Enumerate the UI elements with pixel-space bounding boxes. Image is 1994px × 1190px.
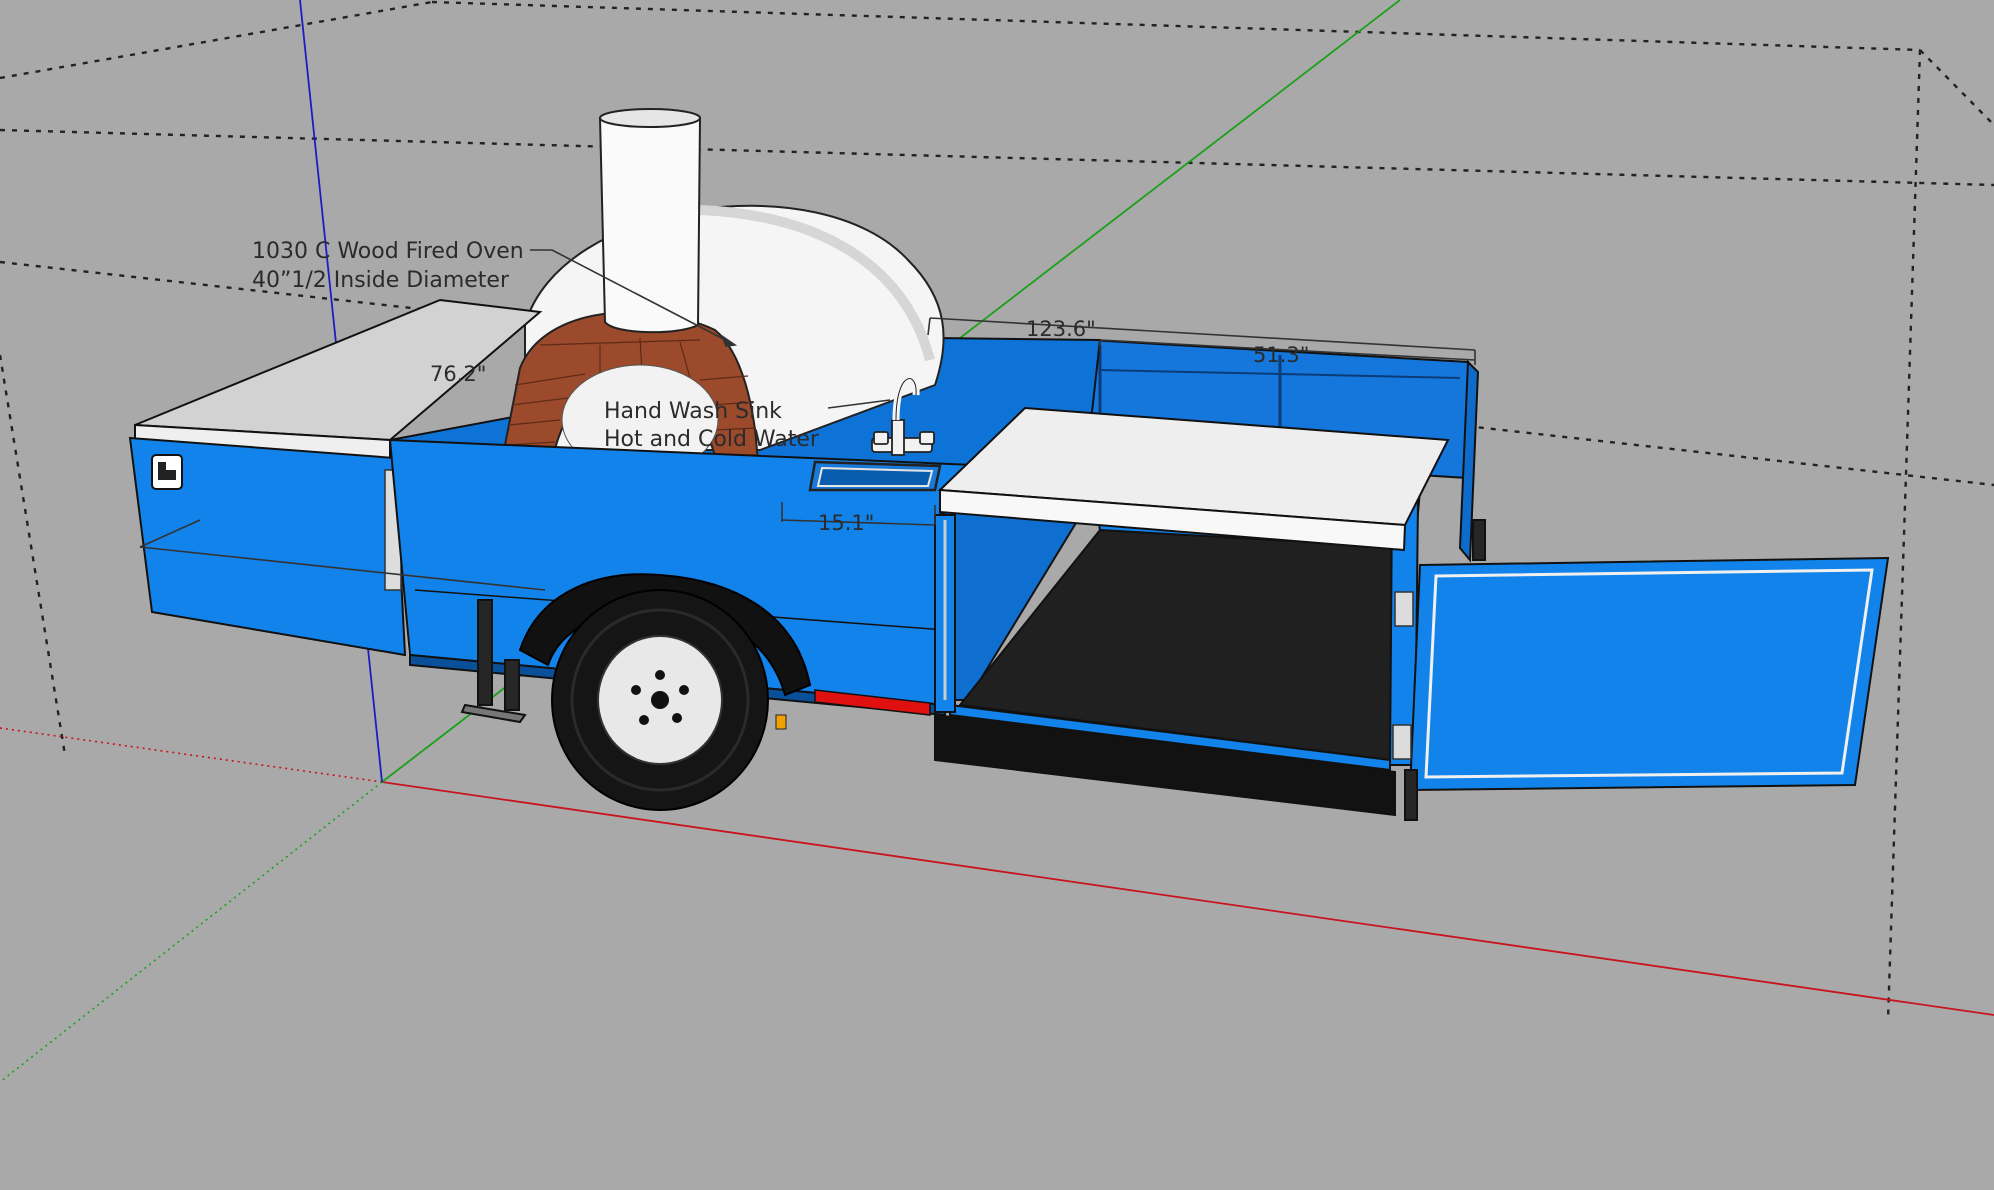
- chimney-top: [599, 108, 701, 128]
- oven-label-line1: 1030 C Wood Fired Oven: [252, 239, 524, 264]
- tool-box-logo-icon: [151, 454, 183, 490]
- sink-label-line2: Hot and Cold Water: [604, 427, 820, 452]
- marker-light: [775, 714, 787, 730]
- wheel: [551, 589, 769, 811]
- red-axis: [381, 781, 1994, 1016]
- front-jack: [477, 599, 493, 706]
- scene: 1030 C Wood Fired Oven 40”1/2 Inside Dia…: [0, 0, 1994, 1083]
- rear-jack: [1404, 769, 1418, 821]
- door-inner-panel: [1424, 568, 1874, 779]
- compartment-door[interactable]: [1392, 556, 1890, 792]
- dimension-overall-length: 123.6": [1026, 317, 1096, 341]
- green-axis-dotted: [0, 781, 383, 1083]
- door-hinge-top: [1394, 591, 1414, 627]
- door-hinge-bottom: [1392, 724, 1412, 760]
- sink-label-line1: Hand Wash Sink: [604, 399, 782, 424]
- dimension-side-depth: 76.2": [430, 362, 486, 386]
- oven-label-line2: 40”1/2 Inside Diameter: [252, 268, 510, 293]
- dimension-compartment-width: 51.3": [1253, 343, 1309, 367]
- red-axis-dotted: [0, 727, 383, 783]
- 3d-model-viewport[interactable]: 1030 C Wood Fired Oven 40”1/2 Inside Dia…: [0, 0, 1994, 1190]
- dimension-sink-width: 15.1": [818, 511, 874, 535]
